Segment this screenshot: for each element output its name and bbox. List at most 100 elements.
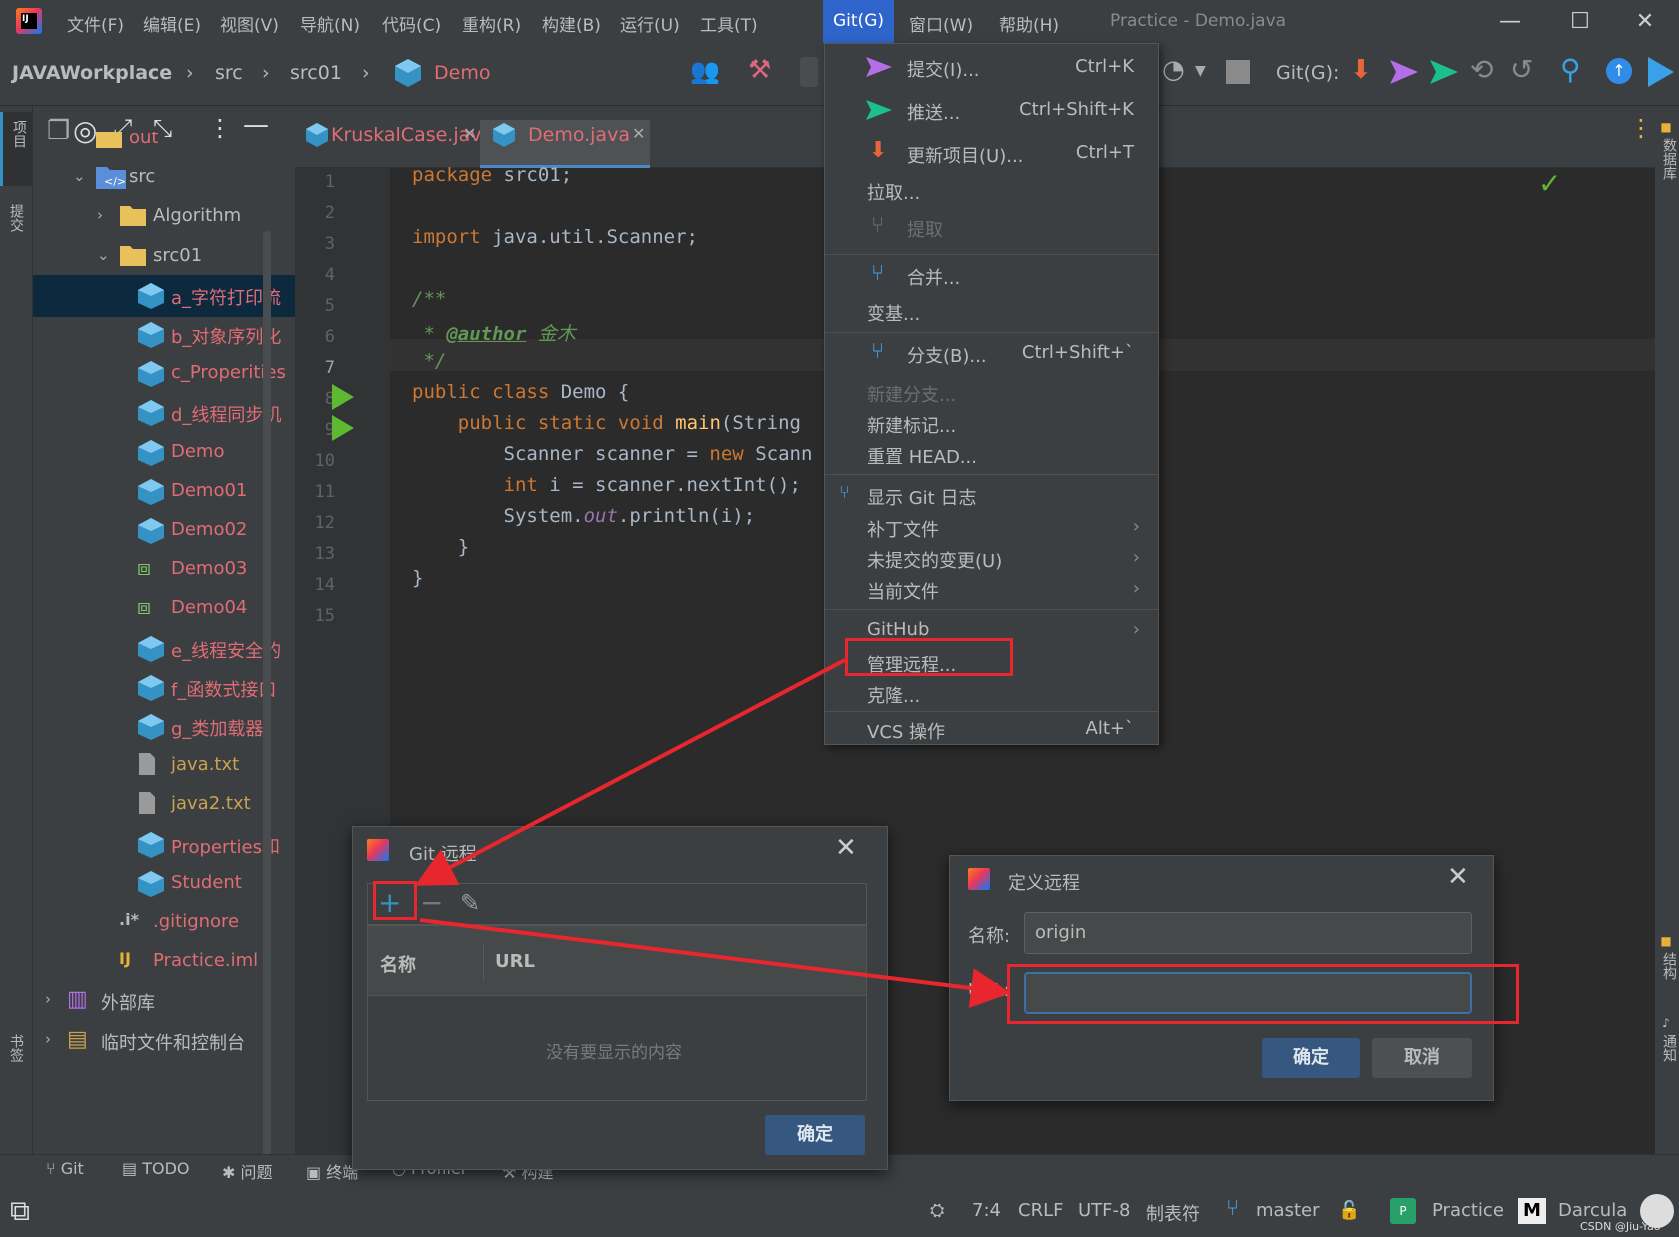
name-input[interactable]: origin <box>1024 912 1472 954</box>
tool-todo[interactable]: ▤ TODO <box>122 1159 189 1178</box>
chevron-down-icon[interactable]: ⌄ <box>73 167 86 185</box>
menu-item-show-log[interactable]: ⑂ 显示 Git 日志 <box>825 478 1158 512</box>
menu-item-push[interactable]: 推送... Ctrl+Shift+K <box>825 93 1158 127</box>
theme-name[interactable]: Darcula <box>1558 1200 1627 1221</box>
menu-item-new-tag[interactable]: 新建标记... <box>825 406 1158 440</box>
menu-item-vcs-operations[interactable]: VCS 操作 Alt+` <box>825 712 1158 746</box>
menu-item-patch[interactable]: 补丁文件 › <box>825 510 1158 544</box>
lock-icon[interactable]: 🔓 <box>1338 1200 1360 1221</box>
database-tool-label[interactable]: 数据库 <box>1659 138 1679 180</box>
menu-file[interactable]: 文件(F) <box>67 11 124 36</box>
tree-node[interactable]: a_字符打印流 <box>33 274 295 317</box>
project-name[interactable]: Practice <box>1432 1200 1504 1221</box>
ok-button[interactable]: 确定 <box>1262 1038 1360 1078</box>
layers-icon[interactable]: ⧉ <box>10 1194 30 1228</box>
history-icon[interactable]: ⟲ <box>1470 53 1493 86</box>
tab-options-icon[interactable]: ⋮ <box>1629 114 1653 142</box>
git-commit-icon[interactable] <box>1388 57 1420 87</box>
jetbrains-plugin-icon[interactable] <box>1646 55 1676 89</box>
menu-item-update[interactable]: ⬇ 更新项目(U)... Ctrl+T <box>825 136 1158 170</box>
menu-item-current-file[interactable]: 当前文件 › <box>825 572 1158 606</box>
chevron-down-icon[interactable]: ▼ <box>1195 63 1206 79</box>
edit-icon[interactable]: ✎ <box>460 889 480 917</box>
bookmarks-tool-button[interactable]: 书签 <box>0 1026 33 1100</box>
run-gutter-icon[interactable] <box>330 383 356 411</box>
tree-node[interactable]: g_类加载器 <box>33 706 295 748</box>
tree-node[interactable]: c_Properities <box>33 353 295 395</box>
column-header-url[interactable]: URL <box>495 951 535 972</box>
hammer-icon[interactable]: ⚒ <box>748 55 771 85</box>
menu-window[interactable]: 窗口(W) <box>909 11 973 36</box>
minimize-icon[interactable]: — <box>1475 0 1545 43</box>
commit-tool-button[interactable]: 提交 <box>0 196 33 270</box>
tree-node[interactable]: .i* .gitignore <box>33 902 295 944</box>
column-header-name[interactable]: 名称 <box>380 951 416 977</box>
git-update-icon[interactable]: ⬇ <box>1350 55 1372 85</box>
tree-node[interactable]: ⧈ Demo03 <box>33 549 295 591</box>
tree-node[interactable]: out <box>33 132 295 160</box>
menu-item-reset-head[interactable]: 重置 HEAD... <box>825 437 1158 471</box>
project-tool-button[interactable]: 项目 <box>0 112 33 186</box>
menu-edit[interactable]: 编辑(E) <box>143 11 201 36</box>
cancel-button[interactable]: 取消 <box>1372 1038 1472 1078</box>
tree-scrollbar[interactable] <box>263 231 271 1171</box>
menu-tools[interactable]: 工具(T) <box>700 11 758 36</box>
tree-node[interactable]: › ▤ 临时文件和控制台 <box>33 1020 295 1062</box>
breadcrumb-src01[interactable]: src01 <box>290 62 342 84</box>
remove-icon[interactable]: − <box>420 886 443 919</box>
close-window-icon[interactable]: ✕ <box>1610 0 1679 43</box>
tree-node[interactable]: java2.txt <box>33 784 295 826</box>
maximize-icon[interactable]: ☐ <box>1545 0 1615 43</box>
indent-setting[interactable]: 制表符 <box>1146 1200 1200 1226</box>
stop-icon[interactable] <box>1226 60 1250 84</box>
tree-node[interactable]: ⌄ src01 <box>33 236 295 278</box>
tree-node[interactable]: e_线程安全的 <box>33 628 295 670</box>
tree-node[interactable]: ⧈ Demo04 <box>33 588 295 630</box>
tool-problems[interactable]: ✱ 问题 <box>222 1159 273 1183</box>
menu-build[interactable]: 构建(B) <box>542 11 601 36</box>
breadcrumb-project[interactable]: JAVAWorkplace <box>12 62 172 84</box>
chevron-down-icon[interactable]: ⌄ <box>97 246 110 264</box>
tree-node[interactable]: Demo02 <box>33 510 295 552</box>
tree-node[interactable]: Student <box>33 863 295 905</box>
menu-item-rebase[interactable]: 变基... <box>825 294 1158 328</box>
structure-tool-label[interactable]: 结构 <box>1659 952 1679 980</box>
menu-item-branches[interactable]: ⑂ 分支(B)... Ctrl+Shift+` <box>825 336 1158 370</box>
menu-view[interactable]: 视图(V) <box>220 11 279 36</box>
update-arrow-icon[interactable]: ↑ <box>1606 58 1632 84</box>
line-separator[interactable]: CRLF <box>1018 1200 1063 1221</box>
git-branch[interactable]: master <box>1256 1200 1319 1221</box>
chevron-right-icon[interactable]: › <box>45 1030 51 1048</box>
sync-icon[interactable]: ⛭ <box>930 1200 944 1221</box>
caret-position[interactable]: 7:4 <box>972 1200 1001 1221</box>
users-icon[interactable]: 👥 <box>690 57 720 85</box>
close-icon[interactable]: ✕ <box>835 833 857 863</box>
tree-node[interactable]: Demo <box>33 432 295 474</box>
tree-node[interactable]: Demo01 <box>33 471 295 513</box>
tree-node[interactable]: IJ Practice.iml <box>33 941 295 983</box>
menu-git[interactable]: Git(G) <box>823 0 894 43</box>
close-icon[interactable]: ✕ <box>1447 862 1469 892</box>
file-encoding[interactable]: UTF-8 <box>1078 1200 1130 1221</box>
ok-button[interactable]: 确定 <box>765 1115 865 1155</box>
git-push-icon[interactable] <box>1428 57 1462 87</box>
menu-item-pull[interactable]: 拉取... <box>825 173 1158 207</box>
run-config-selector[interactable] <box>800 57 818 87</box>
menu-item-clone[interactable]: 克隆... <box>825 676 1158 710</box>
menu-item-commit[interactable]: 提交(I)... Ctrl+K <box>825 50 1158 84</box>
menu-code[interactable]: 代码(C) <box>382 11 441 36</box>
tree-node[interactable]: f_函数式接口 <box>33 667 295 709</box>
search-icon[interactable]: ⚲ <box>1560 53 1581 86</box>
tool-git[interactable]: ⑂ Git <box>46 1159 84 1178</box>
tree-node[interactable]: ⌄ </> src <box>33 157 295 199</box>
menu-refactor[interactable]: 重构(R) <box>462 11 521 36</box>
breadcrumb-src[interactable]: src <box>215 62 243 84</box>
menu-item-merge[interactable]: ⑂ 合并... <box>825 258 1158 292</box>
rollback-icon[interactable]: ↺ <box>1510 53 1533 86</box>
breadcrumb-demo[interactable]: Demo <box>434 62 490 84</box>
tool-terminal[interactable]: ▣ 终端 <box>306 1159 358 1183</box>
chevron-right-icon[interactable]: › <box>45 990 51 1008</box>
close-tab-icon[interactable]: ✕ <box>632 124 645 143</box>
close-tab-icon[interactable]: ✕ <box>463 124 476 143</box>
menu-navigate[interactable]: 导航(N) <box>300 11 360 36</box>
